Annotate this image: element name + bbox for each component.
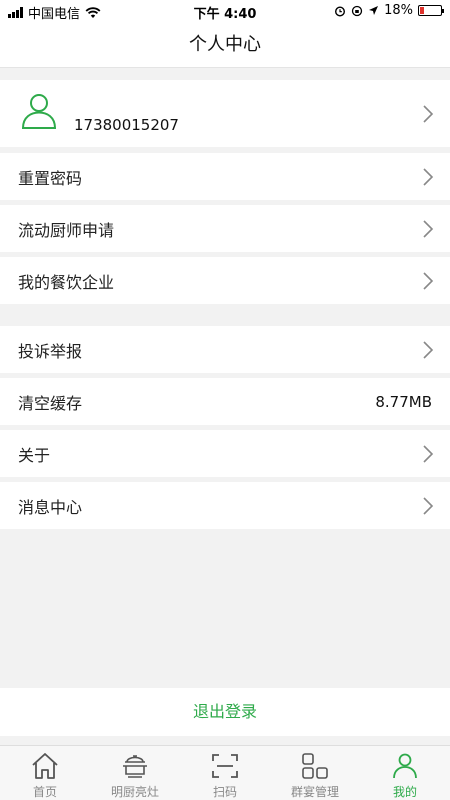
grid-icon [302, 753, 328, 779]
menu-item-chef-application[interactable]: 流动厨师申请 [0, 205, 450, 252]
chevron-right-icon [423, 444, 434, 463]
menu-item-label: 我的餐饮企业 [18, 272, 115, 292]
menu-item-clear-cache[interactable]: 清空缓存 8.77MB [0, 378, 450, 425]
profile-row[interactable]: 17380015207 [0, 80, 450, 147]
logout-button[interactable]: 退出登录 [0, 688, 450, 736]
menu-item-complaint[interactable]: 投诉举报 [0, 326, 450, 373]
tab-label: 我的 [392, 785, 417, 799]
menu-item-label: 重置密码 [18, 168, 83, 188]
avatar-icon [21, 94, 57, 129]
chevron-right-icon [423, 340, 434, 359]
tab-scan[interactable]: 扫码 [180, 746, 270, 800]
chevron-right-icon [423, 271, 434, 290]
lock-rotation-icon [351, 5, 363, 16]
status-bar: 中国电信 下午 4:40 18% [0, 0, 450, 22]
battery-icon [418, 5, 444, 16]
cache-size-value: 8.77MB [375, 392, 432, 411]
menu-item-reset-password[interactable]: 重置密码 [0, 153, 450, 200]
menu-item-my-enterprise[interactable]: 我的餐饮企业 [0, 257, 450, 304]
battery-percent: 18% [384, 3, 413, 18]
tab-label: 明厨亮灶 [110, 785, 159, 799]
tab-label: 群宴管理 [290, 785, 339, 799]
chevron-right-icon [423, 496, 434, 515]
location-icon [369, 6, 379, 15]
menu-item-about[interactable]: 关于 [0, 430, 450, 477]
home-icon [32, 753, 58, 779]
tab-kitchen[interactable]: 明厨亮灶 [90, 746, 180, 800]
pot-icon [123, 755, 147, 778]
bottom-tab-bar: 首页 明厨亮灶 扫码 群宴管理 我的 [0, 745, 450, 800]
menu-item-label: 消息中心 [18, 497, 83, 517]
menu-item-label: 关于 [18, 445, 51, 465]
menu-item-label: 清空缓存 [18, 393, 83, 413]
scan-icon [212, 754, 238, 778]
alarm-icon [335, 5, 346, 17]
chevron-right-icon [423, 104, 434, 123]
tab-banquet[interactable]: 群宴管理 [270, 746, 360, 800]
tab-label: 首页 [32, 785, 57, 799]
menu-item-message-center[interactable]: 消息中心 [0, 482, 450, 529]
phone-number: 17380015207 [74, 116, 179, 134]
tab-mine[interactable]: 我的 [360, 746, 450, 800]
status-right: 18% [334, 3, 444, 18]
tab-home[interactable]: 首页 [0, 746, 90, 800]
menu-item-label: 流动厨师申请 [18, 220, 115, 240]
chevron-right-icon [423, 219, 434, 238]
chevron-right-icon [423, 167, 434, 186]
tab-label: 扫码 [212, 785, 237, 799]
page-title: 个人中心 [0, 22, 450, 68]
person-icon [393, 753, 417, 779]
menu-item-label: 投诉举报 [18, 341, 83, 361]
